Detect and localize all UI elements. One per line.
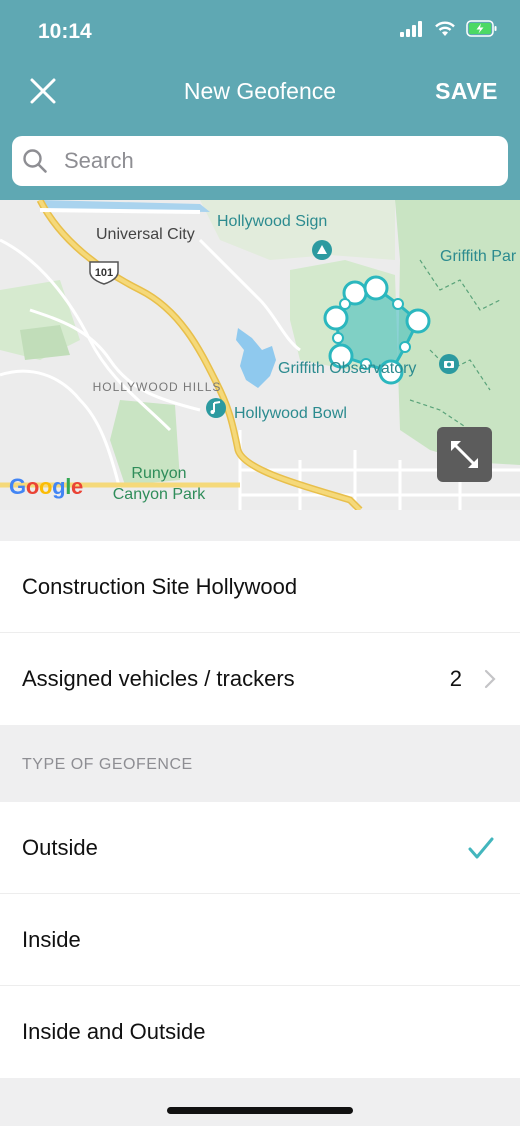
assigned-trackers-label: Assigned vehicles / trackers: [22, 666, 295, 691]
option-label: Outside: [22, 835, 98, 860]
map-view[interactable]: 101 Universal City Hollywood Sign Griffi…: [0, 200, 520, 510]
expand-icon: [450, 440, 479, 469]
map-label-hollywood-bowl: Hollywood Bowl: [234, 405, 347, 422]
map-label-runyon-canyon: Runyon Canyon Park: [112, 465, 206, 503]
status-icons: [400, 20, 498, 37]
map-label-hollywood-hills: HOLLYWOOD HILLS: [92, 380, 222, 394]
save-button[interactable]: SAVE: [435, 78, 498, 105]
section-header-geofence-type: TYPE OF GEOFENCE: [22, 756, 193, 773]
assigned-trackers-count: 2: [449, 666, 462, 691]
hollywood-bowl-pin-icon[interactable]: [206, 398, 226, 418]
observatory-pin-icon[interactable]: [439, 354, 459, 374]
map-label-griffith-park: Griffith Par: [440, 248, 517, 265]
geofence-name-row[interactable]: Construction Site Hollywood: [0, 541, 520, 633]
home-indicator: [167, 1107, 353, 1114]
highway-number: 101: [95, 267, 113, 279]
wifi-icon: [435, 21, 455, 36]
option-outside[interactable]: Outside: [0, 802, 520, 894]
app-header: 10:14 New Geofence SAVE: [0, 0, 520, 200]
signal-icon: [400, 20, 422, 37]
option-label: Inside and Outside: [22, 1019, 206, 1044]
geofence-details: Construction Site Hollywood Assigned veh…: [0, 541, 520, 725]
highway-shield-icon: 101: [89, 261, 119, 285]
option-inside-and-outside[interactable]: Inside and Outside: [0, 986, 520, 1078]
status-time: 10:14: [38, 20, 92, 43]
map-label-griffith-observatory: Griffith Observatory: [278, 360, 417, 377]
assigned-trackers-row[interactable]: Assigned vehicles / trackers 2: [0, 633, 520, 725]
google-logo: Google: [9, 474, 83, 499]
option-label: Inside: [22, 927, 81, 952]
search-bar: [12, 136, 508, 186]
geofence-type-options: Outside Inside Inside and Outside: [0, 802, 520, 1078]
checkmark-icon: [468, 837, 494, 859]
search-input[interactable]: [64, 136, 494, 186]
expand-map-button[interactable]: [437, 427, 492, 482]
battery-charging-icon: [466, 20, 497, 37]
search-icon: [23, 149, 47, 173]
geofence-name: Construction Site Hollywood: [22, 574, 298, 599]
option-inside[interactable]: Inside: [0, 894, 520, 986]
map-label-hollywood-sign: Hollywood Sign: [217, 213, 328, 230]
chevron-right-icon: [484, 669, 496, 689]
map-label-universal-city: Universal City: [96, 226, 195, 243]
hollywood-sign-pin-icon[interactable]: [312, 240, 332, 260]
